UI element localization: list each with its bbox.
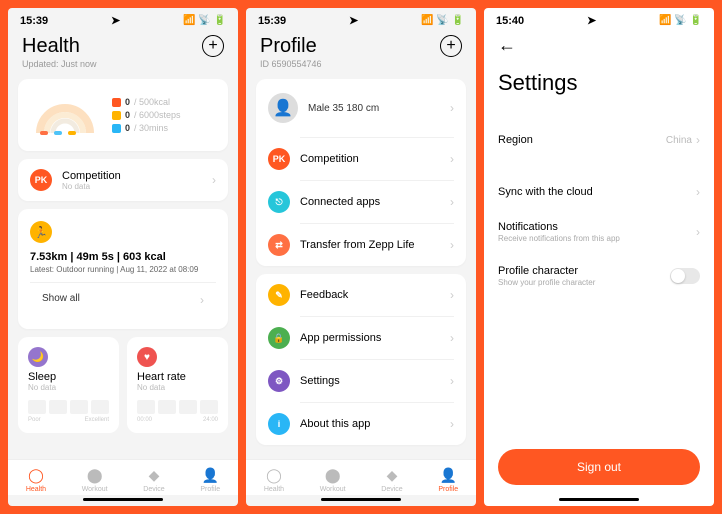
tab-profile[interactable]: 👤Profile xyxy=(438,466,458,493)
chevron-right-icon: › xyxy=(450,374,454,388)
tab-health[interactable]: ◯Health xyxy=(26,466,46,493)
transfer-icon: ⇄ xyxy=(268,234,290,256)
status-icons: 📶 📡 🔋 xyxy=(183,15,226,26)
updated-label: Updated: Just now xyxy=(22,59,97,69)
heart-rate-card[interactable]: ♥ Heart rate No data 00:0024:00 xyxy=(127,337,228,433)
feedback-row[interactable]: ✎ Feedback › xyxy=(256,274,466,316)
back-button[interactable]: ← xyxy=(498,35,700,56)
device-icon: ◆ xyxy=(383,466,401,484)
chevron-right-icon: › xyxy=(450,195,454,209)
workout-card[interactable]: 🏃 7.53km | 49m 5s | 603 kcal Latest: Out… xyxy=(18,209,228,329)
flame-icon xyxy=(112,98,121,107)
header: Health Updated: Just now + xyxy=(8,29,238,79)
add-button[interactable]: + xyxy=(202,35,224,57)
chevron-right-icon: › xyxy=(696,185,700,199)
profile-character-row: Profile character Show your profile char… xyxy=(498,254,700,298)
page-title: Profile xyxy=(260,35,322,58)
competition-row[interactable]: PK Competition › xyxy=(256,138,466,180)
device-icon: ◆ xyxy=(145,466,163,484)
settings-row[interactable]: ⚙ Settings › xyxy=(256,360,466,402)
tab-device[interactable]: ◆Device xyxy=(143,466,164,493)
page-title: Settings xyxy=(498,70,700,96)
running-icon: 🏃 xyxy=(30,221,52,243)
workout-icon: ⬤ xyxy=(324,466,342,484)
moon-icon: 🌙 xyxy=(28,347,48,367)
tab-bar: ◯Health ⬤Workout ◆Device 👤Profile xyxy=(246,459,476,495)
tab-profile[interactable]: 👤Profile xyxy=(200,466,220,493)
home-indicator[interactable] xyxy=(559,498,639,501)
transfer-row[interactable]: ⇄ Transfer from Zepp Life › xyxy=(256,224,466,266)
avatar-icon: 👤 xyxy=(268,93,298,123)
region-row[interactable]: Region China › xyxy=(498,122,700,158)
tab-health[interactable]: ◯Health xyxy=(264,466,284,493)
pk-icon: PK xyxy=(268,148,290,170)
status-icons: 📶 📡 🔋 xyxy=(659,15,702,26)
gear-icon: ⚙ xyxy=(268,370,290,392)
chevron-right-icon: › xyxy=(450,288,454,302)
profile-screen: 15:39➤ 📶 📡 🔋 Profile ID 6590554746 + 👤 M… xyxy=(246,8,476,506)
page-title: Health xyxy=(22,35,97,58)
workout-latest: Latest: Outdoor running | Aug 11, 2022 a… xyxy=(30,265,216,274)
profile-icon: 👤 xyxy=(439,466,457,484)
stand-icon xyxy=(112,124,121,133)
chevron-right-icon: › xyxy=(696,133,700,147)
connected-apps-row[interactable]: ⎋ Connected apps › xyxy=(256,181,466,223)
health-icon: ◯ xyxy=(265,466,283,484)
health-screen: 15:39 ➤ 📶 📡 🔋 Health Updated: Just now +… xyxy=(8,8,238,506)
region-value: China xyxy=(666,135,692,146)
rainbow-icon xyxy=(30,93,100,137)
tab-workout[interactable]: ⬤Workout xyxy=(82,466,108,493)
home-indicator[interactable] xyxy=(321,498,401,501)
profile-character-toggle[interactable] xyxy=(670,268,700,284)
chevron-right-icon: › xyxy=(696,225,700,239)
chevron-right-icon: › xyxy=(450,417,454,431)
chevron-right-icon: › xyxy=(450,101,454,115)
status-bar: 15:39 ➤ 📶 📡 🔋 xyxy=(8,8,238,29)
profile-bio-row[interactable]: 👤 Male 35 180 cm › xyxy=(256,79,466,137)
tab-device[interactable]: ◆Device xyxy=(381,466,402,493)
settings-screen: 15:40➤ 📶 📡 🔋 ← Settings Region China › S… xyxy=(484,8,714,506)
activity-rings-card[interactable]: 0/ 500kcal 0/ 6000steps 0/ 30mins xyxy=(18,79,228,151)
chevron-right-icon: › xyxy=(450,152,454,166)
sync-row[interactable]: Sync with the cloud › xyxy=(498,174,700,210)
tab-workout[interactable]: ⬤Workout xyxy=(320,466,346,493)
chevron-right-icon: › xyxy=(212,173,216,187)
heart-icon: ♥ xyxy=(137,347,157,367)
lock-icon: 🔒 xyxy=(268,327,290,349)
notifications-row[interactable]: Notifications Receive notifications from… xyxy=(498,210,700,254)
profile-id: ID 6590554746 xyxy=(260,59,322,69)
sign-out-button[interactable]: Sign out xyxy=(498,449,700,485)
competition-label: Competition xyxy=(62,170,212,182)
workout-summary: 7.53km | 49m 5s | 603 kcal xyxy=(30,251,216,263)
chevron-right-icon: › xyxy=(200,293,204,307)
pk-icon: PK xyxy=(30,169,52,191)
info-icon: i xyxy=(268,413,290,435)
chevron-right-icon: › xyxy=(450,238,454,252)
home-indicator[interactable] xyxy=(83,498,163,501)
competition-row[interactable]: PK Competition No data › xyxy=(18,159,228,201)
workout-icon: ⬤ xyxy=(86,466,104,484)
health-icon: ◯ xyxy=(27,466,45,484)
tab-bar: ◯Health ⬤Workout ◆Device 👤Profile xyxy=(8,459,238,495)
status-bar: 15:39➤ 📶 📡 🔋 xyxy=(246,8,476,29)
status-time: 15:39 xyxy=(20,15,48,27)
show-all-button[interactable]: Show all › xyxy=(30,282,216,317)
status-icons: 📶 📡 🔋 xyxy=(421,15,464,26)
permissions-row[interactable]: 🔒 App permissions › xyxy=(256,317,466,359)
status-bar: 15:40➤ 📶 📡 🔋 xyxy=(484,8,714,29)
profile-icon: 👤 xyxy=(201,466,219,484)
steps-icon xyxy=(112,111,121,120)
sleep-card[interactable]: 🌙 Sleep No data PoorExcellent xyxy=(18,337,119,433)
header: Profile ID 6590554746 + xyxy=(246,29,476,79)
profile-card: 👤 Male 35 180 cm › PK Competition › ⎋ Co… xyxy=(256,79,466,266)
settings-card: ✎ Feedback › 🔒 App permissions › ⚙ Setti… xyxy=(256,274,466,445)
feedback-icon: ✎ xyxy=(268,284,290,306)
add-button[interactable]: + xyxy=(440,35,462,57)
link-icon: ⎋ xyxy=(268,191,290,213)
chevron-right-icon: › xyxy=(450,331,454,345)
about-row[interactable]: i About this app › xyxy=(256,403,466,445)
